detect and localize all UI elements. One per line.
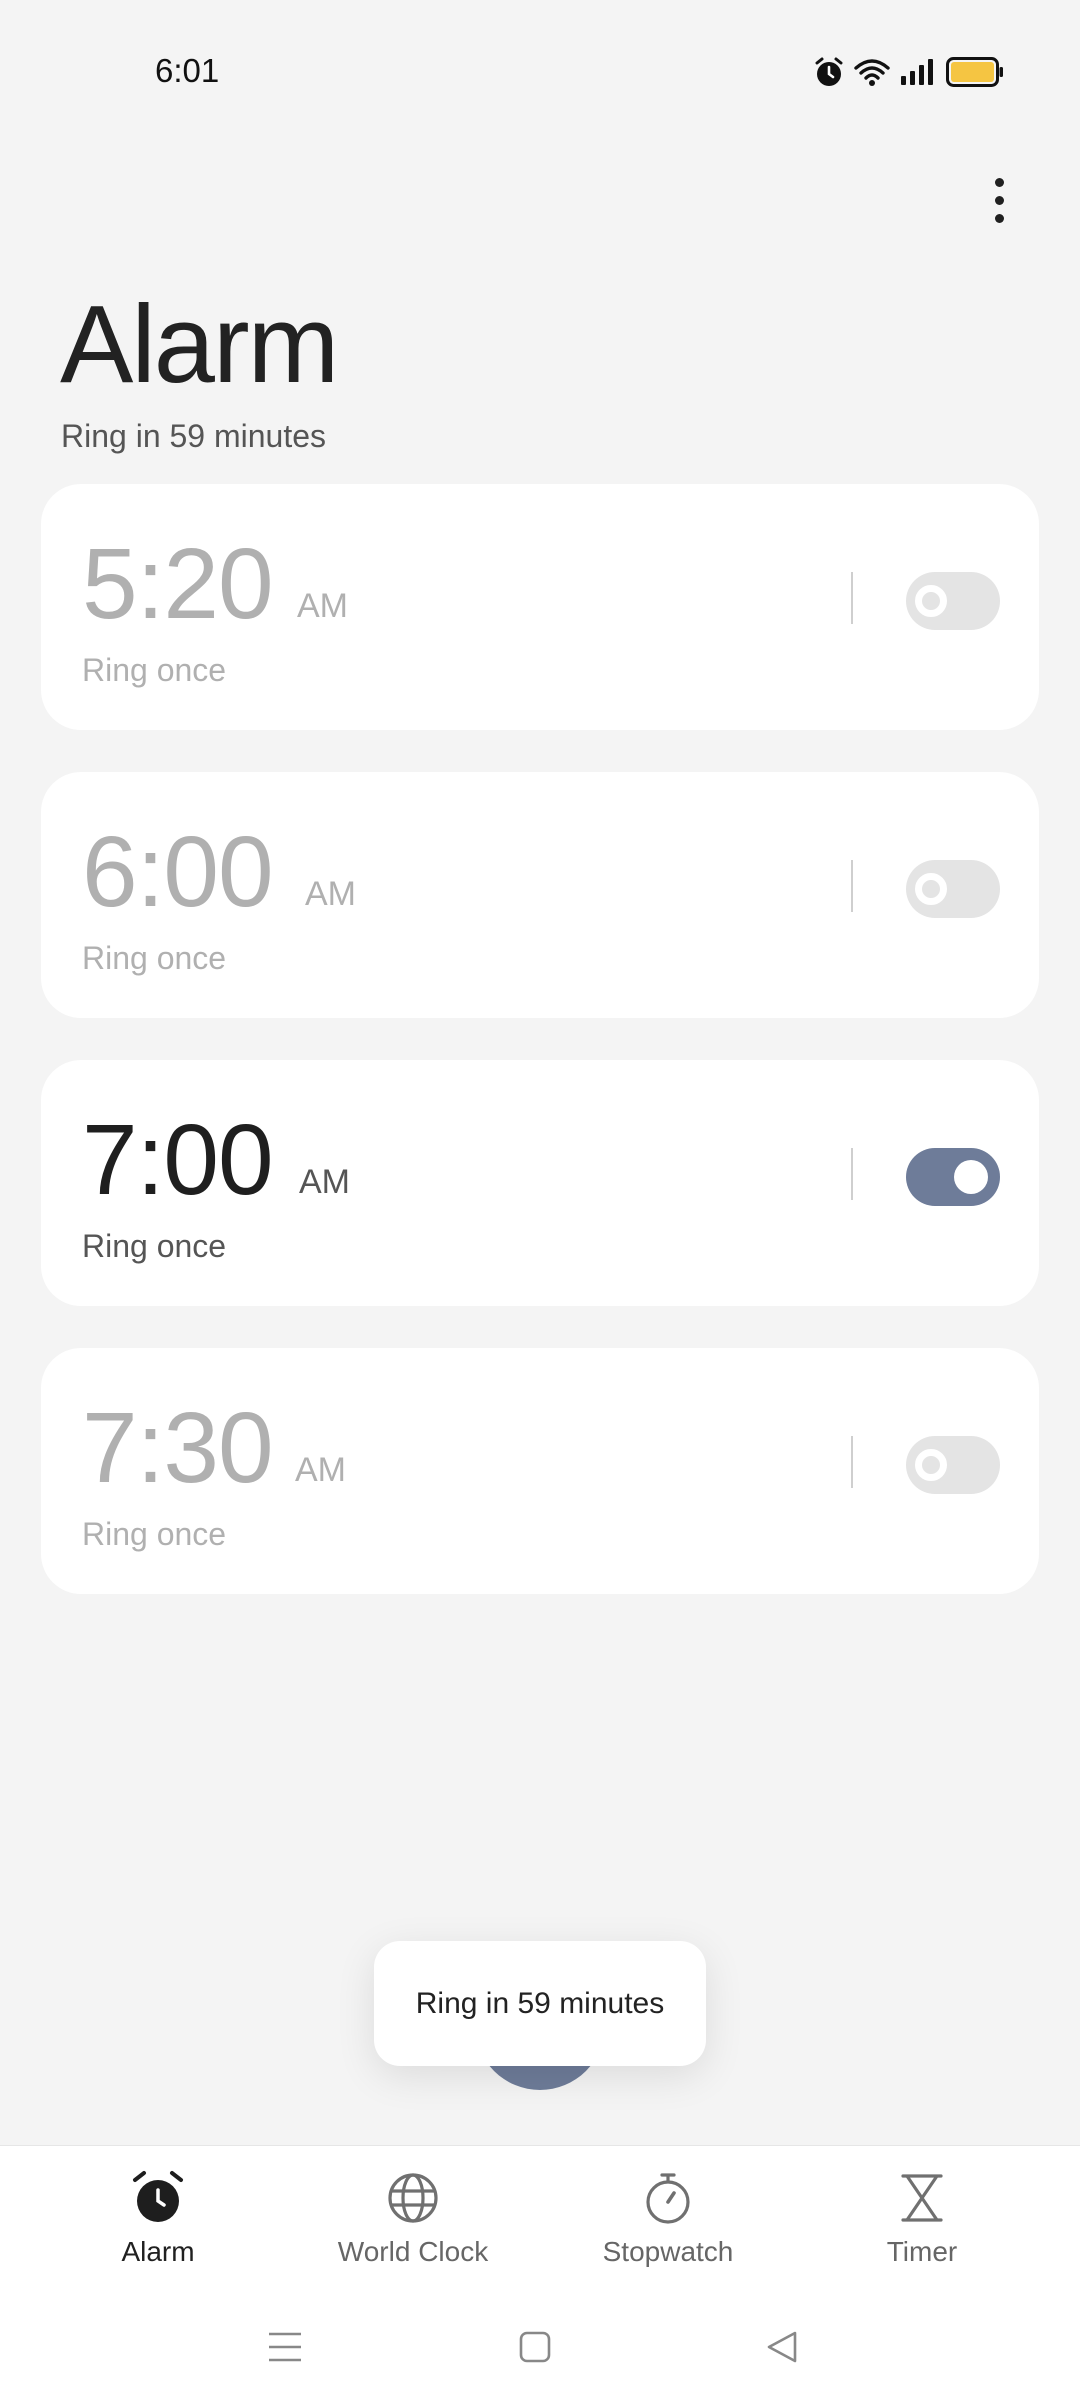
back-icon[interactable]	[757, 2322, 807, 2372]
alarm-card[interactable]: 7:30 AM Ring once	[41, 1348, 1039, 1594]
home-icon[interactable]	[510, 2322, 560, 2372]
battery-icon	[946, 57, 1004, 87]
more-vertical-icon	[994, 177, 1004, 187]
alarm-repeat: Ring once	[82, 652, 227, 688]
alarm-card[interactable]: 5:20 AM Ring once	[41, 484, 1039, 730]
alarm-clock-icon	[128, 2168, 188, 2228]
tab-label: World Clock	[337, 2236, 489, 2267]
more-options-button[interactable]	[975, 168, 1023, 232]
divider	[851, 1148, 853, 1200]
tab-world-clock[interactable]: World Clock	[313, 2168, 513, 2268]
divider	[851, 1436, 853, 1488]
toast-message: Ring in 59 minutes	[374, 1941, 706, 2066]
status-time: 6:01	[155, 52, 220, 89]
tab-label: Stopwatch	[602, 2236, 734, 2267]
alarm-toggle[interactable]	[906, 1436, 1000, 1494]
alarm-card[interactable]: 7:00 AM Ring once	[41, 1060, 1039, 1306]
alarm-time: 6:00	[82, 816, 274, 928]
alarm-card[interactable]: 6:00 AM Ring once	[41, 772, 1039, 1018]
system-navigation-bar	[0, 2310, 1080, 2380]
alarm-ampm: AM	[305, 875, 356, 913]
tab-label: Timer	[886, 2236, 958, 2267]
alarm-icon	[814, 56, 844, 88]
hourglass-icon	[892, 2168, 952, 2228]
menu-icon[interactable]	[260, 2322, 310, 2372]
alarm-toggle[interactable]	[906, 860, 1000, 918]
alarm-time: 5:20	[82, 528, 274, 640]
alarm-screen: 6:01 Alarm Ring in 59 minutes 5:20 AM Ri…	[0, 0, 1080, 2400]
alarm-time: 7:00	[82, 1104, 274, 1216]
divider	[851, 572, 853, 624]
alarm-repeat: Ring once	[82, 1228, 227, 1264]
tab-alarm[interactable]: Alarm	[58, 2168, 258, 2268]
stopwatch-icon	[638, 2168, 698, 2228]
alarm-toggle[interactable]	[906, 572, 1000, 630]
alarm-repeat: Ring once	[82, 1516, 227, 1552]
divider	[851, 860, 853, 912]
tab-label: Alarm	[121, 2236, 195, 2267]
page-title: Alarm	[60, 283, 339, 406]
alarm-time: 7:30	[82, 1392, 274, 1504]
globe-icon	[383, 2168, 443, 2228]
next-alarm-subtitle: Ring in 59 minutes	[61, 418, 327, 454]
signal-icon	[900, 58, 936, 86]
alarm-toggle[interactable]	[906, 1148, 1000, 1206]
tab-timer[interactable]: Timer	[822, 2168, 1022, 2268]
alarm-list: 5:20 AM Ring once 6:00 AM Ring once 7:00…	[41, 484, 1039, 1636]
status-icons	[814, 52, 1004, 92]
alarm-ampm: AM	[299, 1163, 350, 1201]
alarm-ampm: AM	[295, 1451, 346, 1489]
wifi-icon	[854, 57, 890, 87]
alarm-ampm: AM	[297, 587, 348, 625]
alarm-repeat: Ring once	[82, 940, 227, 976]
tab-stopwatch[interactable]: Stopwatch	[568, 2168, 768, 2268]
